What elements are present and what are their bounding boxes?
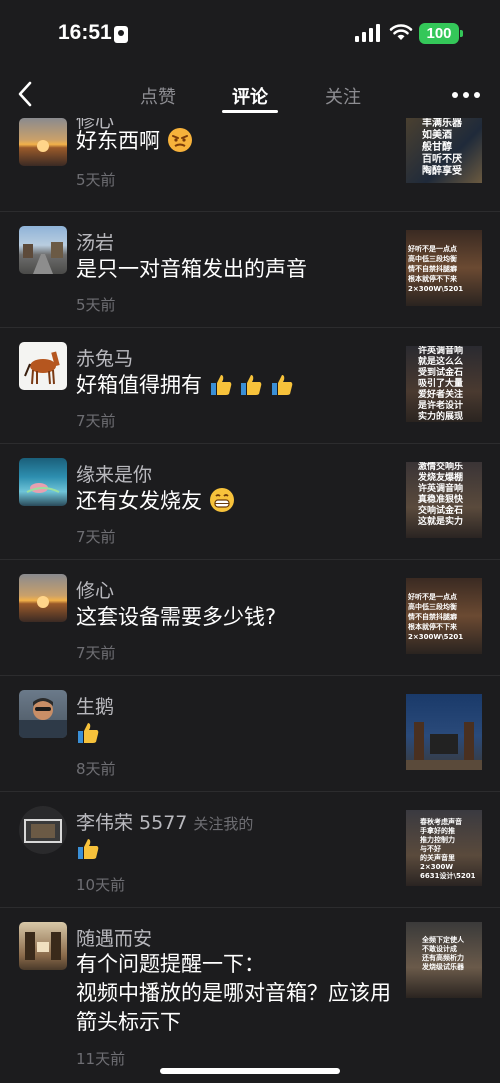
thumbnail-caption: 激情交响乐 发烧友爆棚 许英调音响 真稳准狠快 交响试金石 这就是实力 — [418, 462, 464, 527]
video-thumbnail[interactable]: 好听不是一点点 高中低三段均衡 情不自禁抖腿癖 根本就停不下来 2×300W\5… — [406, 230, 482, 306]
comment-date: 11天前 — [76, 1050, 126, 1068]
angry-face-emoji-icon — [167, 128, 192, 152]
comment-text: 好东西啊 — [76, 129, 160, 153]
wifi-icon — [389, 24, 413, 40]
avatar[interactable] — [19, 226, 67, 274]
comment-date: 5天前 — [76, 171, 116, 189]
thumbnail-caption: 许英调音响 就是这么么 受到试金石 吸引了大量 爱好者关注 是许老设计 实力的展… — [418, 346, 464, 422]
tab-likes[interactable]: 点赞 — [140, 83, 176, 109]
home-indicator[interactable] — [160, 1068, 340, 1074]
comment-text-wrap: 好东西啊 — [76, 126, 396, 156]
status-bar: 16:51 100 — [0, 0, 500, 68]
comment-text-wrap — [76, 718, 396, 748]
list-item[interactable]: 李伟荣 5577 关注我的 10天前 春秋考虑声音 手拿好的推 推力控制力 与不好… — [0, 792, 500, 908]
avatar[interactable] — [19, 806, 67, 854]
id-card-icon — [114, 26, 128, 43]
comment-date: 7天前 — [76, 528, 116, 546]
comment-list: 修心 好东西啊 5天前 丰满乐器 如美酒 般甘醇 百听不厌 陶醉享受 汤岩 是只… — [0, 118, 500, 1083]
avatar[interactable] — [19, 922, 67, 970]
comment-date: 7天前 — [76, 644, 116, 662]
thumbs-up-emoji-icon — [241, 375, 262, 395]
video-thumbnail[interactable]: 春秋考虑声音 手拿好的推 推力控制力 与不好 的关声音里 2×300W 6631… — [406, 810, 482, 886]
commenter-name[interactable]: 生鹅 — [76, 692, 114, 719]
avatar[interactable] — [19, 118, 67, 166]
list-item[interactable]: 随遇而安 有个问题提醒一下： 视频中播放的是哪对音箱？应该用箭头标示下 11天前… — [0, 908, 500, 1083]
commenter-name-text: 李伟荣 5577 — [76, 812, 188, 834]
commenter-name[interactable]: 赤兔马 — [76, 344, 133, 371]
thumbnail-caption: 春秋考虑声音 手拿好的推 推力控制力 与不好 的关声音里 2×300W 6631… — [420, 818, 476, 880]
thumbs-up-emoji-icon — [78, 839, 99, 859]
list-item[interactable]: 汤岩 是只一对音箱发出的声音 5天前 好听不是一点点 高中低三段均衡 情不自禁抖… — [0, 212, 500, 328]
list-item[interactable]: 修心 好东西啊 5天前 丰满乐器 如美酒 般甘醇 百听不厌 陶醉享受 — [0, 118, 500, 212]
follows-me-tag: 关注我的 — [193, 815, 254, 833]
avatar[interactable] — [19, 458, 67, 506]
cellular-signal-icon — [355, 24, 381, 42]
tab-comments[interactable]: 评论 — [232, 83, 268, 109]
video-thumbnail[interactable]: 好听不是一点点 高中低三段均衡 情不自禁抖腿癖 根本就停不下来 2×300W\5… — [406, 578, 482, 654]
commenter-name[interactable]: 随遇而安 — [76, 924, 152, 951]
commenter-name[interactable]: 李伟荣 5577 关注我的 — [76, 808, 253, 835]
nav-bar: 点赞 评论 关注 — [0, 68, 500, 118]
more-options-icon[interactable] — [452, 92, 480, 98]
thumbnail-caption: 好听不是一点点 高中低三段均衡 情不自禁抖腿癖 根本就停不下来 2×300W\5… — [408, 593, 464, 641]
speaker-scene-icon — [406, 722, 482, 770]
grinning-face-emoji-icon — [209, 488, 234, 512]
commenter-name[interactable]: 缘来是你 — [76, 460, 152, 487]
commenter-name[interactable]: 修心 — [76, 576, 114, 603]
comment-text: 还有女发烧友 — [76, 489, 202, 513]
comment-date: 7天前 — [76, 412, 116, 430]
comment-date: 8天前 — [76, 760, 116, 778]
status-time: 16:51 — [58, 21, 112, 44]
comment-text: 有个问题提醒一下： 视频中播放的是哪对音箱？应该用箭头标示下 — [76, 952, 391, 1034]
avatar[interactable] — [19, 690, 67, 738]
list-item[interactable]: 赤兔马 好箱值得拥有 7天前 许英调音响 就是这么么 受到试金石 吸引了大量 爱… — [0, 328, 500, 444]
comment-date: 5天前 — [76, 296, 116, 314]
comment-date: 10天前 — [76, 876, 126, 894]
comment-text-wrap — [76, 834, 396, 864]
battery-level: 100 — [426, 25, 452, 42]
avatar[interactable] — [19, 574, 67, 622]
video-thumbnail[interactable]: 许英调音响 就是这么么 受到试金石 吸引了大量 爱好者关注 是许老设计 实力的展… — [406, 346, 482, 422]
thumbnail-caption: 好听不是一点点 高中低三段均衡 情不自禁抖腿癖 根本就停不下来 2×300W\5… — [408, 245, 464, 293]
active-tab-indicator — [222, 110, 278, 113]
video-thumbnail[interactable] — [406, 694, 482, 770]
comment-text: 好箱值得拥有 — [76, 373, 202, 397]
avatar[interactable] — [19, 342, 67, 390]
comment-text-wrap: 还有女发烧友 — [76, 486, 396, 516]
thumbnail-caption: 丰满乐器 如美酒 般甘醇 百听不厌 陶醉享受 — [422, 118, 462, 177]
list-item[interactable]: 缘来是你 还有女发烧友 7天前 激情交响乐 发烧友爆棚 许英调音响 真稳准狠快 … — [0, 444, 500, 560]
comment-text-wrap: 好箱值得拥有 — [76, 370, 396, 400]
thumbs-up-emoji-icon — [78, 723, 99, 743]
video-thumbnail[interactable]: 全频下定使人 不敢设计成 还有高频析力 发烧级试乐器 — [406, 922, 482, 998]
thumbs-up-emoji-icon — [210, 375, 232, 395]
battery-icon: 100 — [419, 23, 463, 44]
tab-follows[interactable]: 关注 — [325, 83, 361, 109]
video-thumbnail[interactable]: 丰满乐器 如美酒 般甘醇 百听不厌 陶醉享受 — [406, 118, 482, 183]
commenter-name[interactable]: 汤岩 — [76, 228, 114, 255]
comment-text: 这套设备需要多少钱? — [76, 605, 277, 629]
comment-text: 是只一对音箱发出的声音 — [76, 257, 307, 281]
list-item[interactable]: 修心 这套设备需要多少钱? 7天前 好听不是一点点 高中低三段均衡 情不自禁抖腿… — [0, 560, 500, 676]
thumbs-up-emoji-icon — [272, 375, 293, 395]
video-thumbnail[interactable]: 激情交响乐 发烧友爆棚 许英调音响 真稳准狠快 交响试金石 这就是实力 — [406, 462, 482, 538]
thumbnail-caption: 全频下定使人 不敢设计成 还有高频析力 发烧级试乐器 — [422, 936, 464, 971]
back-chevron-icon[interactable] — [14, 80, 38, 108]
list-item[interactable]: 生鹅 8天前 — [0, 676, 500, 792]
